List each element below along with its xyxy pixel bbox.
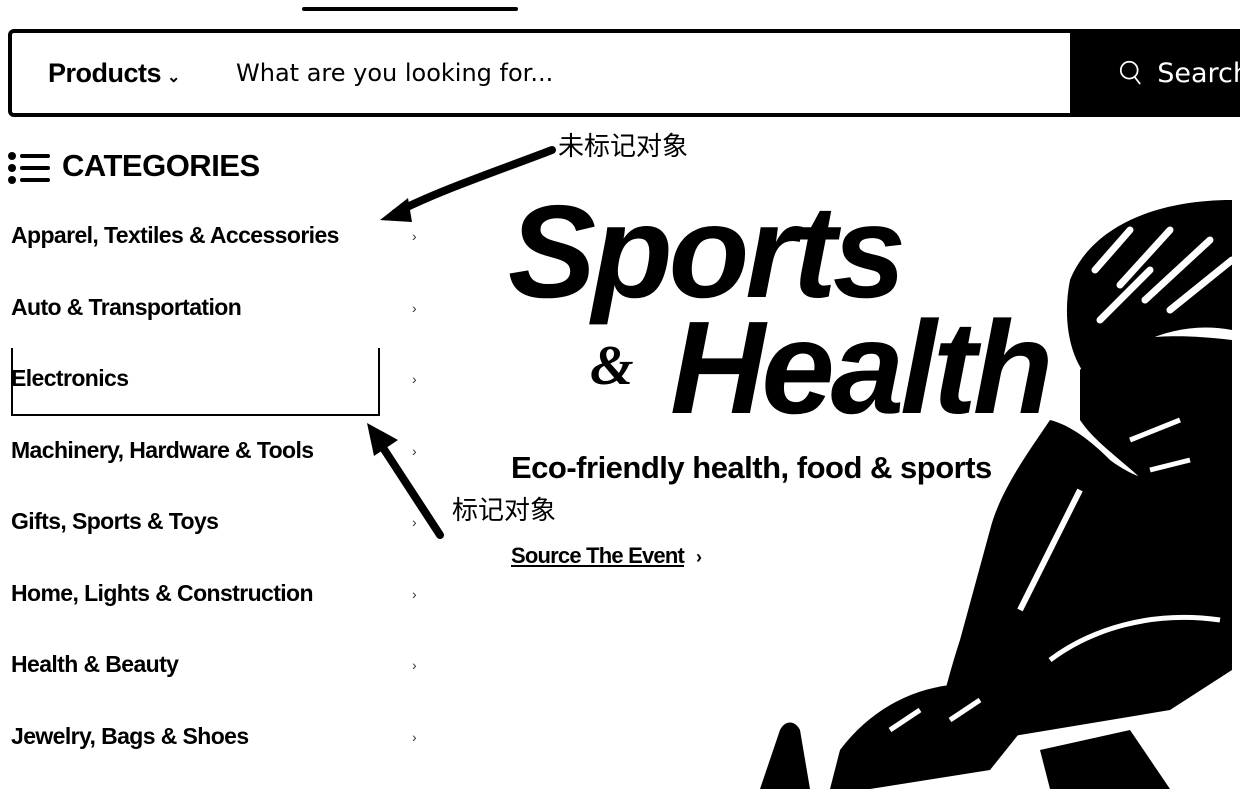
categories-title: CATEGORIES — [62, 148, 260, 183]
chevron-right-icon: › — [412, 299, 417, 316]
categories-header: CATEGORIES — [8, 148, 260, 184]
bike-shape — [760, 722, 810, 789]
products-dropdown-label: Products — [48, 57, 162, 88]
source-event-label: Source The Event — [511, 543, 685, 568]
unmarked-object-label: 未标记对象 — [558, 132, 689, 162]
search-input[interactable] — [232, 47, 1060, 99]
chevron-right-icon: › — [412, 514, 417, 530]
chevron-right-icon: › — [412, 728, 417, 745]
chevron-right-icon: › — [412, 442, 417, 459]
category-item-auto[interactable]: Auto & Transportation › — [0, 272, 440, 344]
products-dropdown[interactable]: Products ⌄ — [48, 33, 180, 113]
search-bar: Products ⌄ Search — [8, 29, 1240, 117]
category-label: Jewelry, Bags & Shoes — [11, 722, 249, 749]
marked-object-box — [11, 348, 380, 416]
chevron-right-icon: › — [412, 228, 417, 244]
search-button-label: Search — [1157, 57, 1240, 89]
category-label: Health & Beauty — [11, 651, 179, 677]
category-label: Auto & Transportation — [11, 293, 242, 320]
category-label: Home, Lights & Construction — [11, 579, 314, 606]
category-item-health[interactable]: Health & Beauty › — [0, 629, 440, 701]
arm-shape — [830, 685, 1030, 789]
list-icon — [8, 148, 50, 184]
banner-title-amp: & — [590, 335, 634, 397]
category-item-jewelry[interactable]: Jewelry, Bags & Shoes › — [0, 701, 440, 773]
cyclist-image — [760, 200, 1232, 789]
chevron-right-icon: › — [696, 547, 702, 567]
category-label: Apparel, Textiles & Accessories — [11, 222, 339, 248]
category-label: Gifts, Sports & Toys — [11, 508, 219, 534]
active-tab-indicator — [302, 7, 518, 11]
chevron-right-icon: › — [412, 657, 417, 673]
chevron-right-icon: › — [412, 585, 417, 602]
chevron-right-icon: › — [412, 371, 417, 387]
category-item-machinery[interactable]: Machinery, Hardware & Tools › — [0, 415, 440, 487]
category-list: Apparel, Textiles & Accessories › Auto &… — [0, 200, 440, 772]
category-label: Machinery, Hardware & Tools — [11, 436, 314, 463]
category-item-apparel[interactable]: Apparel, Textiles & Accessories › — [0, 200, 440, 272]
category-item-gifts[interactable]: Gifts, Sports & Toys › — [0, 486, 440, 558]
category-item-home[interactable]: Home, Lights & Construction › — [0, 558, 440, 630]
marked-object-label: 标记对象 — [452, 496, 557, 526]
search-icon — [1119, 60, 1141, 85]
chevron-down-icon: ⌄ — [167, 69, 180, 86]
search-button[interactable]: Search — [1070, 29, 1240, 117]
source-event-link[interactable]: Source The Event › — [511, 543, 702, 569]
